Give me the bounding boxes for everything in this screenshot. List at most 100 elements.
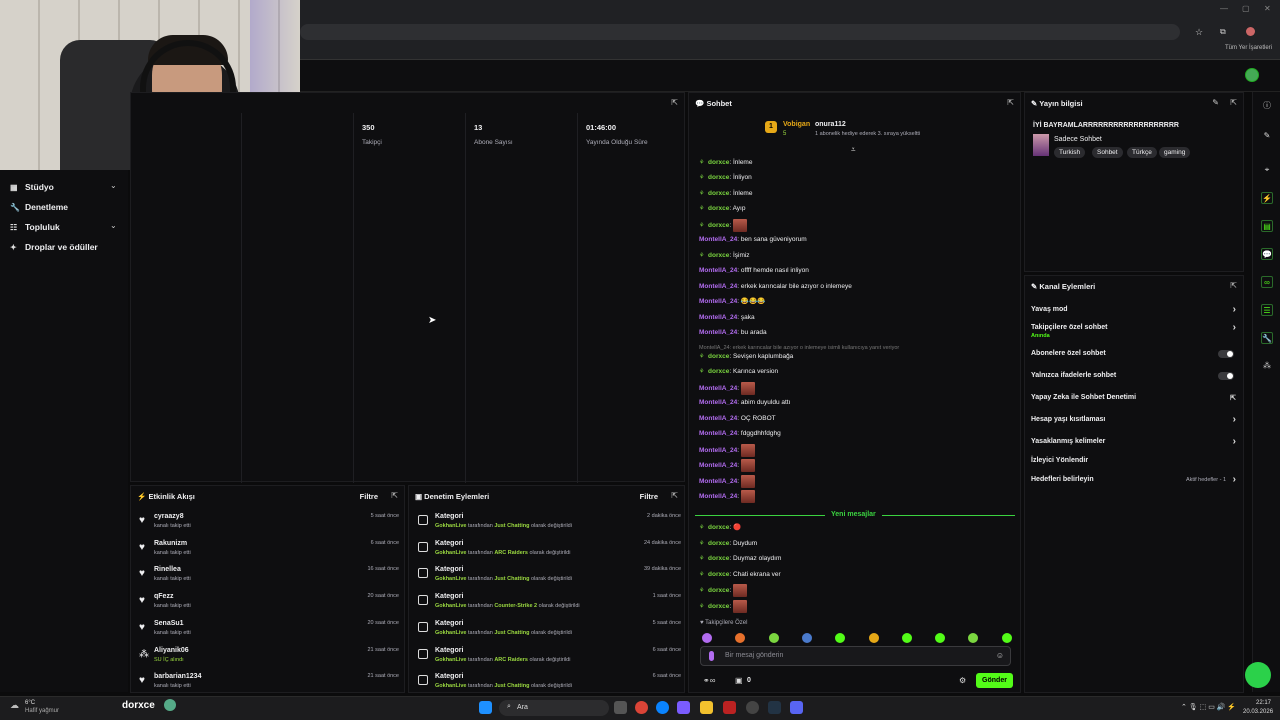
info-icon[interactable]: ⓘ bbox=[1261, 100, 1273, 112]
filter-button[interactable]: Filtre bbox=[360, 492, 378, 501]
popout-icon[interactable]: ⇱ bbox=[671, 98, 678, 107]
clock-date[interactable]: 20.03.2026 bbox=[1243, 709, 1273, 715]
emote-icon[interactable] bbox=[901, 633, 912, 643]
user-avatar[interactable] bbox=[1245, 68, 1259, 82]
close-icon[interactable]: ✕ bbox=[1264, 4, 1271, 13]
tray-icons[interactable]: ⌃ 🎙 ⬚ ▭ 🔊 ⚡ bbox=[1181, 703, 1236, 711]
emote-icon[interactable] bbox=[968, 633, 979, 643]
list-item[interactable]: Kategori GokhanLive tarafından Just Chatt… bbox=[415, 672, 681, 698]
action-row[interactable]: Abonelere özel sohbet bbox=[1031, 350, 1236, 358]
filter-button[interactable]: Filtre bbox=[640, 492, 658, 501]
chat-username[interactable]: MontellA_24 bbox=[699, 430, 737, 437]
list-item[interactable]: ♥ cyraazy8 kanalı takip etti 5 saat önce bbox=[137, 512, 399, 538]
mod-user[interactable]: GokhanLive bbox=[435, 683, 466, 689]
mod-category[interactable]: ARC Raiders bbox=[494, 657, 528, 663]
folder-icon[interactable] bbox=[700, 701, 713, 714]
chat-username[interactable]: MontellA_24 bbox=[699, 298, 737, 305]
camera-icon[interactable]: ⌖ bbox=[1261, 164, 1273, 176]
popout-icon[interactable]: ⇱ bbox=[671, 491, 678, 500]
chevron-down-icon[interactable]: ⌄ bbox=[110, 221, 117, 230]
action-row[interactable]: Hesap yaşı kısıtlaması › bbox=[1031, 414, 1236, 425]
emote-icon[interactable] bbox=[868, 633, 879, 643]
chat-username[interactable]: dorxce bbox=[708, 353, 729, 360]
popout-icon[interactable]: ⇱ bbox=[391, 491, 398, 500]
chevron-right-icon[interactable]: › bbox=[1233, 414, 1236, 425]
emote-icon[interactable] bbox=[735, 633, 746, 643]
mod-user[interactable]: GokhanLive bbox=[435, 550, 466, 556]
mod-category[interactable]: Just Chatting bbox=[494, 523, 529, 529]
mod-category[interactable]: Just Chatting bbox=[494, 683, 529, 689]
weather-temp[interactable]: 6°C bbox=[25, 700, 35, 706]
lightning-icon[interactable]: ⚡ bbox=[1261, 192, 1273, 204]
copilot-icon[interactable] bbox=[677, 701, 690, 714]
chevron-right-icon[interactable]: › bbox=[1233, 322, 1236, 333]
extensions-icon[interactable]: ⧉ bbox=[1220, 27, 1226, 37]
chat-username[interactable]: MontellA_24 bbox=[699, 283, 737, 290]
chevron-right-icon[interactable]: › bbox=[1233, 436, 1236, 447]
chat-username[interactable]: dorxce bbox=[708, 252, 729, 259]
clock-time[interactable]: 22:17 bbox=[1256, 700, 1271, 706]
address-bar[interactable] bbox=[300, 24, 1180, 40]
document-icon[interactable]: ▤ bbox=[1261, 220, 1273, 232]
chat-username[interactable]: MontellA_24 bbox=[699, 314, 737, 321]
chat-username[interactable]: MontellA_24 bbox=[699, 447, 737, 454]
chat-username[interactable]: dorxce bbox=[708, 587, 729, 594]
pinned-user[interactable]: Vobigan bbox=[783, 121, 810, 128]
chat-username[interactable]: dorxce bbox=[708, 368, 729, 375]
list-item[interactable]: Kategori GokhanLive tarafından Just Chatt… bbox=[415, 619, 681, 645]
wrench-icon[interactable]: 🔧 bbox=[1261, 332, 1273, 344]
gear-icon[interactable]: ⚙ bbox=[959, 676, 966, 685]
chat-username[interactable]: MontellA_24 bbox=[699, 267, 737, 274]
chat-bubble-button[interactable] bbox=[1245, 662, 1271, 688]
chat-icon[interactable]: 💬 bbox=[1261, 248, 1273, 260]
chat-username[interactable]: dorxce bbox=[708, 174, 729, 181]
mod-user[interactable]: GokhanLive bbox=[435, 630, 466, 636]
action-row[interactable]: Yalnızca ifadelerle sohbet bbox=[1031, 372, 1236, 380]
list-item[interactable]: ♥ qFezz kanalı takip etti 20 saat önce bbox=[137, 592, 399, 618]
chat-username[interactable]: dorxce bbox=[708, 222, 729, 229]
emote-icon[interactable] bbox=[1001, 633, 1012, 643]
popout-icon[interactable]: ⇱ bbox=[1007, 98, 1014, 107]
start-icon[interactable] bbox=[479, 701, 492, 714]
toggle-switch[interactable] bbox=[1218, 350, 1234, 358]
popout-icon[interactable]: ⇱ bbox=[1230, 98, 1237, 107]
chat-username[interactable]: MontellA_24 bbox=[699, 478, 737, 485]
mod-user[interactable]: GokhanLive bbox=[435, 657, 466, 663]
taskbar-search[interactable]: ⌕ Ara bbox=[499, 700, 609, 716]
task-view-icon[interactable] bbox=[614, 701, 627, 714]
chat-username[interactable]: MontellA_24 bbox=[699, 462, 737, 469]
mod-user[interactable]: GokhanLive bbox=[435, 576, 466, 582]
link-icon[interactable]: ∞ bbox=[1261, 276, 1273, 288]
emote-icon[interactable] bbox=[935, 633, 946, 643]
mod-category[interactable]: Just Chatting bbox=[494, 576, 529, 582]
chevron-right-icon[interactable]: › bbox=[1233, 474, 1236, 485]
external-link-icon[interactable]: ⇱ bbox=[1230, 394, 1236, 402]
all-bookmarks-link[interactable]: Tüm Yer İşaretleri bbox=[1225, 45, 1272, 51]
sidebar-item-drops[interactable]: ✦ Droplar ve ödüller bbox=[10, 242, 98, 252]
mod-category[interactable]: Just Chatting bbox=[494, 630, 529, 636]
chat-username[interactable]: MontellA_24 bbox=[699, 415, 737, 422]
list-item[interactable]: Kategori GokhanLive tarafından Just Chatt… bbox=[415, 565, 681, 591]
toggle-switch[interactable] bbox=[1218, 372, 1234, 380]
chat-username[interactable]: MontellA_24 bbox=[699, 329, 737, 336]
chrome-icon[interactable] bbox=[635, 701, 648, 714]
app-icon[interactable] bbox=[723, 701, 736, 714]
mod-category[interactable]: Counter-Strike 2 bbox=[494, 603, 537, 609]
category-name[interactable]: Sadece Sohbet bbox=[1054, 136, 1102, 143]
chat-username[interactable]: MontellA_24 bbox=[699, 399, 737, 406]
edit-icon[interactable]: ✎ bbox=[1212, 98, 1219, 107]
action-row[interactable]: İzleyici Yönlendir bbox=[1031, 457, 1236, 464]
list-item[interactable]: ♥ barbarian1234 kanalı takip etti 21 saat ö… bbox=[137, 672, 399, 698]
list-item[interactable]: ♥ Rinellea kanalı takip etti 16 saat önce bbox=[137, 565, 399, 591]
emote-icon[interactable] bbox=[835, 633, 846, 643]
maximize-icon[interactable]: ▢ bbox=[1242, 4, 1250, 13]
action-row[interactable]: Yasaklanmış kelimeler › bbox=[1031, 436, 1236, 447]
chat-username[interactable]: dorxce bbox=[708, 159, 729, 166]
gift-icon[interactable]: ▣ bbox=[735, 676, 743, 685]
chevron-right-icon[interactable]: › bbox=[1233, 304, 1236, 315]
list-item[interactable]: ♥ Rakunizm kanalı takip etti 6 saat önce bbox=[137, 539, 399, 565]
chat-username[interactable]: dorxce bbox=[708, 524, 729, 531]
link-icon[interactable]: ⚭∞ bbox=[703, 676, 715, 685]
chat-username[interactable]: MontellA_24 bbox=[699, 236, 737, 243]
sidebar-item-moderation[interactable]: 🔧 Denetleme bbox=[10, 202, 68, 212]
